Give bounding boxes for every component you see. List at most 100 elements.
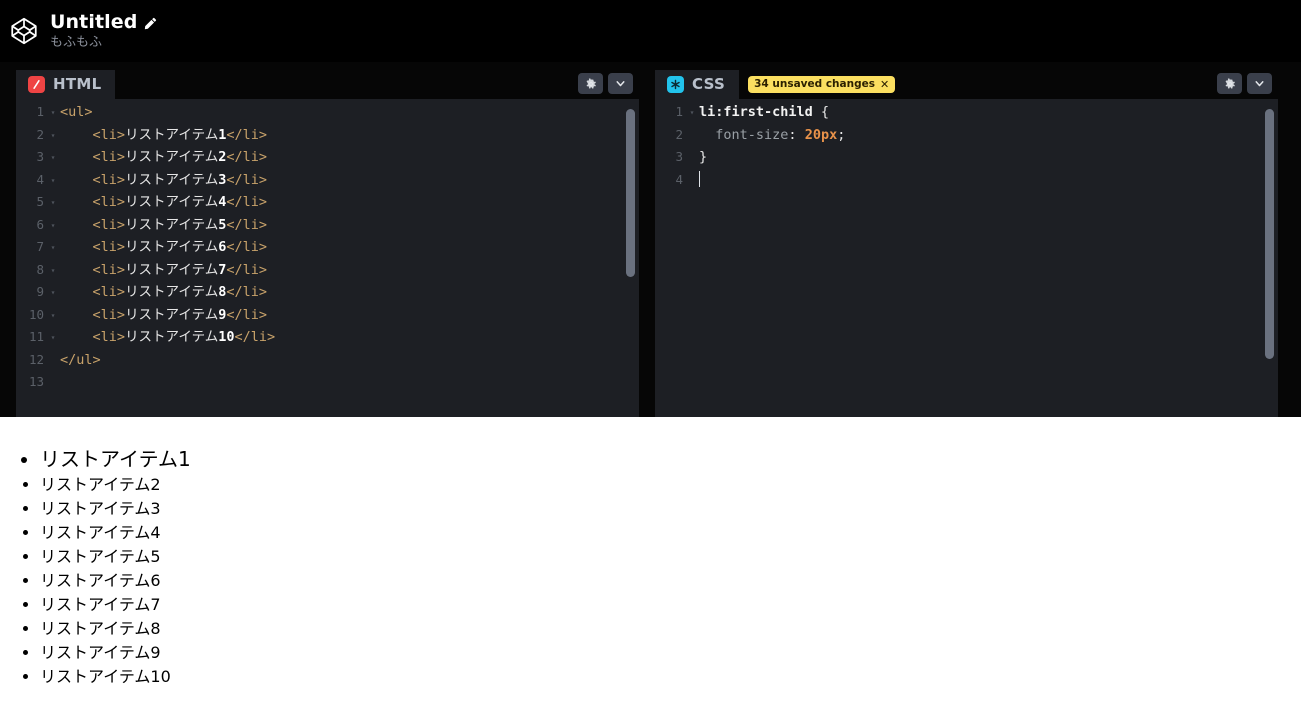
code-text: <li>リストアイテム3</li> — [92, 171, 268, 188]
line-number: 2 — [36, 126, 44, 142]
code-line: 2 font-size: 20px; — [655, 124, 1278, 147]
tab-css-label: CSS — [692, 75, 726, 93]
list-item: リストアイテム8 — [40, 617, 1301, 641]
css-pane-actions — [1217, 73, 1272, 94]
line-number: 2 — [675, 126, 683, 142]
html-scrollbar[interactable] — [626, 109, 635, 277]
code-line: 13 — [16, 371, 639, 394]
list-item: リストアイテム3 — [40, 497, 1301, 521]
line-number: 12 — [28, 351, 44, 367]
code-text: } — [699, 149, 708, 165]
pencil-icon[interactable] — [144, 17, 157, 30]
code-line: 3 ▾ <li>リストアイテム2</li> — [16, 146, 639, 169]
code-text: <li>リストアイテム4</li> — [92, 194, 268, 210]
codepen-logo-icon[interactable] — [2, 16, 46, 46]
code-text: <li>リストアイテム7</li> — [92, 261, 268, 278]
editor-row: HTML 1 ▾ <ul> 2 ▾ <li>リストアイテム1</li> 3 ▾ <li>リス… — [0, 62, 1301, 417]
gear-icon[interactable] — [578, 73, 603, 94]
chevron-down-icon[interactable] — [608, 73, 633, 94]
line-number: 10 — [28, 306, 44, 322]
code-line: 5 ▾ <li>リストアイテム4</li> — [16, 191, 639, 214]
code-text — [699, 169, 700, 192]
line-number: 4 — [36, 171, 44, 187]
code-line: 2 ▾ <li>リストアイテム1</li> — [16, 124, 639, 147]
status-badge[interactable]: 34 unsaved changes ✕ — [748, 76, 896, 93]
status-badge-text: 34 unsaved changes — [754, 78, 875, 90]
code-line: 7 ▾ <li>リストアイテム6</li> — [16, 236, 639, 259]
code-text: li:first-child { — [699, 104, 830, 120]
page-title: Untitled — [50, 11, 138, 33]
tab-html[interactable]: HTML — [16, 70, 116, 99]
code-text: font-size: 20px; — [715, 126, 846, 143]
list-item: リストアイテム5 — [40, 545, 1301, 569]
code-line: 10 ▾ <li>リストアイテム9</li> — [16, 304, 639, 327]
code-line: 11 ▾ <li>リストアイテム10</li> — [16, 326, 639, 349]
app-topbar: Untitled もふもふ — [0, 0, 1301, 62]
line-number: 7 — [36, 239, 44, 254]
fold-arrow-icon[interactable]: ▾ — [46, 124, 60, 148]
line-number: 6 — [36, 216, 44, 232]
code-line: 1 ▾ li:first-child { — [655, 101, 1278, 124]
html-code-area[interactable]: 1 ▾ <ul> 2 ▾ <li>リストアイテム1</li> 3 ▾ <li>リストアイテム… — [16, 99, 639, 417]
html-editor-pane: HTML 1 ▾ <ul> 2 ▾ <li>リストアイテム1</li> 3 ▾ <li>リス… — [16, 70, 639, 417]
fold-arrow-icon[interactable]: ▾ — [46, 326, 60, 350]
html-slash-icon — [28, 76, 45, 93]
line-number: 8 — [36, 261, 44, 277]
tab-html-label: HTML — [53, 75, 102, 93]
list-item: リストアイテム6 — [40, 569, 1301, 593]
line-number: 5 — [36, 194, 44, 209]
line-number: 1 — [675, 104, 683, 119]
tab-css[interactable]: CSS — [655, 70, 740, 99]
fold-arrow-icon[interactable]: ▾ — [46, 281, 60, 305]
fold-arrow-icon[interactable]: ▾ — [46, 259, 60, 283]
css-asterisk-icon — [667, 76, 684, 93]
css-code-area[interactable]: 1 ▾ li:first-child {2 font-size: 20px; 3} 4 — [655, 99, 1278, 417]
code-line: 4 ▾ <li>リストアイテム3</li> — [16, 169, 639, 192]
code-text: <li>リストアイテム6</li> — [92, 239, 268, 255]
html-code-lines: 1 ▾ <ul> 2 ▾ <li>リストアイテム1</li> 3 ▾ <li>リストアイテム… — [16, 99, 639, 394]
html-pane-actions — [578, 73, 633, 94]
line-number: 3 — [675, 149, 683, 164]
code-line: 4 — [655, 169, 1278, 192]
html-pane-header: HTML — [16, 70, 639, 99]
fold-arrow-icon[interactable]: ▾ — [46, 214, 60, 238]
fold-arrow-icon[interactable]: ▾ — [46, 304, 60, 328]
code-line: 8 ▾ <li>リストアイテム7</li> — [16, 259, 639, 282]
line-number: 4 — [675, 171, 683, 187]
code-text: <li>リストアイテム9</li> — [92, 306, 268, 323]
line-number: 3 — [36, 149, 44, 164]
code-text: <ul> — [60, 104, 93, 120]
fold-arrow-icon[interactable]: ▾ — [685, 101, 699, 125]
fold-arrow-icon[interactable]: ▾ — [46, 146, 60, 170]
line-number: 11 — [28, 329, 44, 344]
list-item: リストアイテム9 — [40, 641, 1301, 665]
css-code-lines: 1 ▾ li:first-child {2 font-size: 20px; 3} 4 — [655, 99, 1278, 191]
css-scrollbar[interactable] — [1265, 109, 1274, 359]
code-text: </ul> — [60, 351, 101, 368]
gear-icon[interactable] — [1217, 73, 1242, 94]
list-item: リストアイテム7 — [40, 593, 1301, 617]
author-name[interactable]: もふもふ — [50, 34, 157, 51]
list-item: リストアイテム4 — [40, 521, 1301, 545]
fold-arrow-icon[interactable]: ▾ — [46, 191, 60, 215]
line-number: 1 — [36, 104, 44, 119]
code-text: <li>リストアイテム10</li> — [92, 329, 276, 345]
code-line: 6 ▾ <li>リストアイテム5</li> — [16, 214, 639, 237]
code-text: <li>リストアイテム1</li> — [92, 126, 268, 143]
list-item: リストアイテム10 — [40, 665, 1301, 689]
line-number: 9 — [36, 284, 44, 299]
chevron-down-icon[interactable] — [1247, 73, 1272, 94]
code-line: 3} — [655, 146, 1278, 169]
code-line: 1 ▾ <ul> — [16, 101, 639, 124]
close-icon[interactable]: ✕ — [880, 79, 889, 90]
fold-arrow-icon[interactable]: ▾ — [46, 236, 60, 260]
fold-arrow-icon[interactable]: ▾ — [46, 169, 60, 193]
preview-output-frame: リストアイテム1リストアイテム2リストアイテム3リストアイテム4リストアイテム5… — [0, 417, 1301, 703]
fold-arrow-icon[interactable]: ▾ — [46, 101, 60, 125]
code-text: <li>リストアイテム5</li> — [92, 216, 268, 233]
css-editor-pane: CSS 34 unsaved changes ✕ 1▾li:first-ch — [655, 70, 1278, 417]
css-pane-header: CSS 34 unsaved changes ✕ — [655, 70, 1278, 99]
text-cursor — [699, 170, 700, 187]
code-text: <li>リストアイテム8</li> — [92, 284, 268, 300]
preview-list: リストアイテム1リストアイテム2リストアイテム3リストアイテム4リストアイテム5… — [0, 417, 1301, 689]
